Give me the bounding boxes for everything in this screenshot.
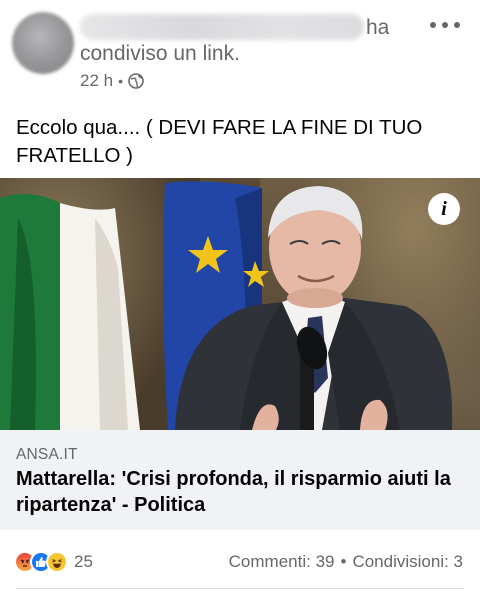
link-title[interactable]: Mattarella: 'Crisi profonda, il risparmi… bbox=[16, 466, 466, 518]
engagement-stats: Commenti: 39 • Condivisioni: 3 bbox=[229, 552, 463, 572]
reactions-summary[interactable]: 25 bbox=[14, 551, 93, 573]
reaction-count[interactable]: 25 bbox=[74, 552, 93, 572]
shares-count[interactable]: Condivisioni: 3 bbox=[352, 552, 463, 572]
link-domain: ANSA.IT bbox=[16, 446, 78, 463]
divider bbox=[16, 588, 464, 589]
post-header: ha condiviso un link. 22 h • bbox=[0, 0, 480, 100]
more-dot bbox=[442, 22, 448, 28]
more-dot bbox=[430, 22, 436, 28]
avatar[interactable] bbox=[12, 12, 74, 74]
photo-illustration bbox=[0, 181, 453, 430]
haha-icon bbox=[46, 551, 68, 573]
post-text-line: Eccolo qua.... ( DEVI FARE LA FINE DI TU… bbox=[16, 116, 423, 139]
author-name-redacted[interactable] bbox=[80, 14, 364, 40]
link-preview-image[interactable] bbox=[0, 178, 480, 430]
post-text: Eccolo qua.... ( DEVI FARE LA FINE DI TU… bbox=[16, 114, 456, 170]
shared-verb-start: ha bbox=[366, 16, 390, 39]
info-icon[interactable]: i bbox=[428, 193, 460, 225]
post-footer: 25 Commenti: 39 • Condivisioni: 3 bbox=[0, 530, 480, 591]
post-timestamp[interactable]: 22 h bbox=[80, 71, 113, 91]
link-preview-card[interactable]: ANSA.IT Mattarella: 'Crisi profonda, il … bbox=[0, 430, 480, 530]
comments-count[interactable]: Commenti: 39 bbox=[229, 552, 335, 572]
stats-separator: • bbox=[340, 552, 347, 571]
post-meta: 22 h • bbox=[80, 71, 144, 91]
post-text-line: FRATELLO ) bbox=[16, 144, 133, 167]
globe-icon[interactable] bbox=[128, 73, 144, 89]
more-dot bbox=[454, 22, 460, 28]
meta-separator: • bbox=[118, 73, 123, 89]
shared-link-text: condiviso un link. bbox=[80, 42, 240, 65]
info-glyph: i bbox=[441, 197, 447, 220]
more-options-icon[interactable] bbox=[430, 14, 460, 36]
